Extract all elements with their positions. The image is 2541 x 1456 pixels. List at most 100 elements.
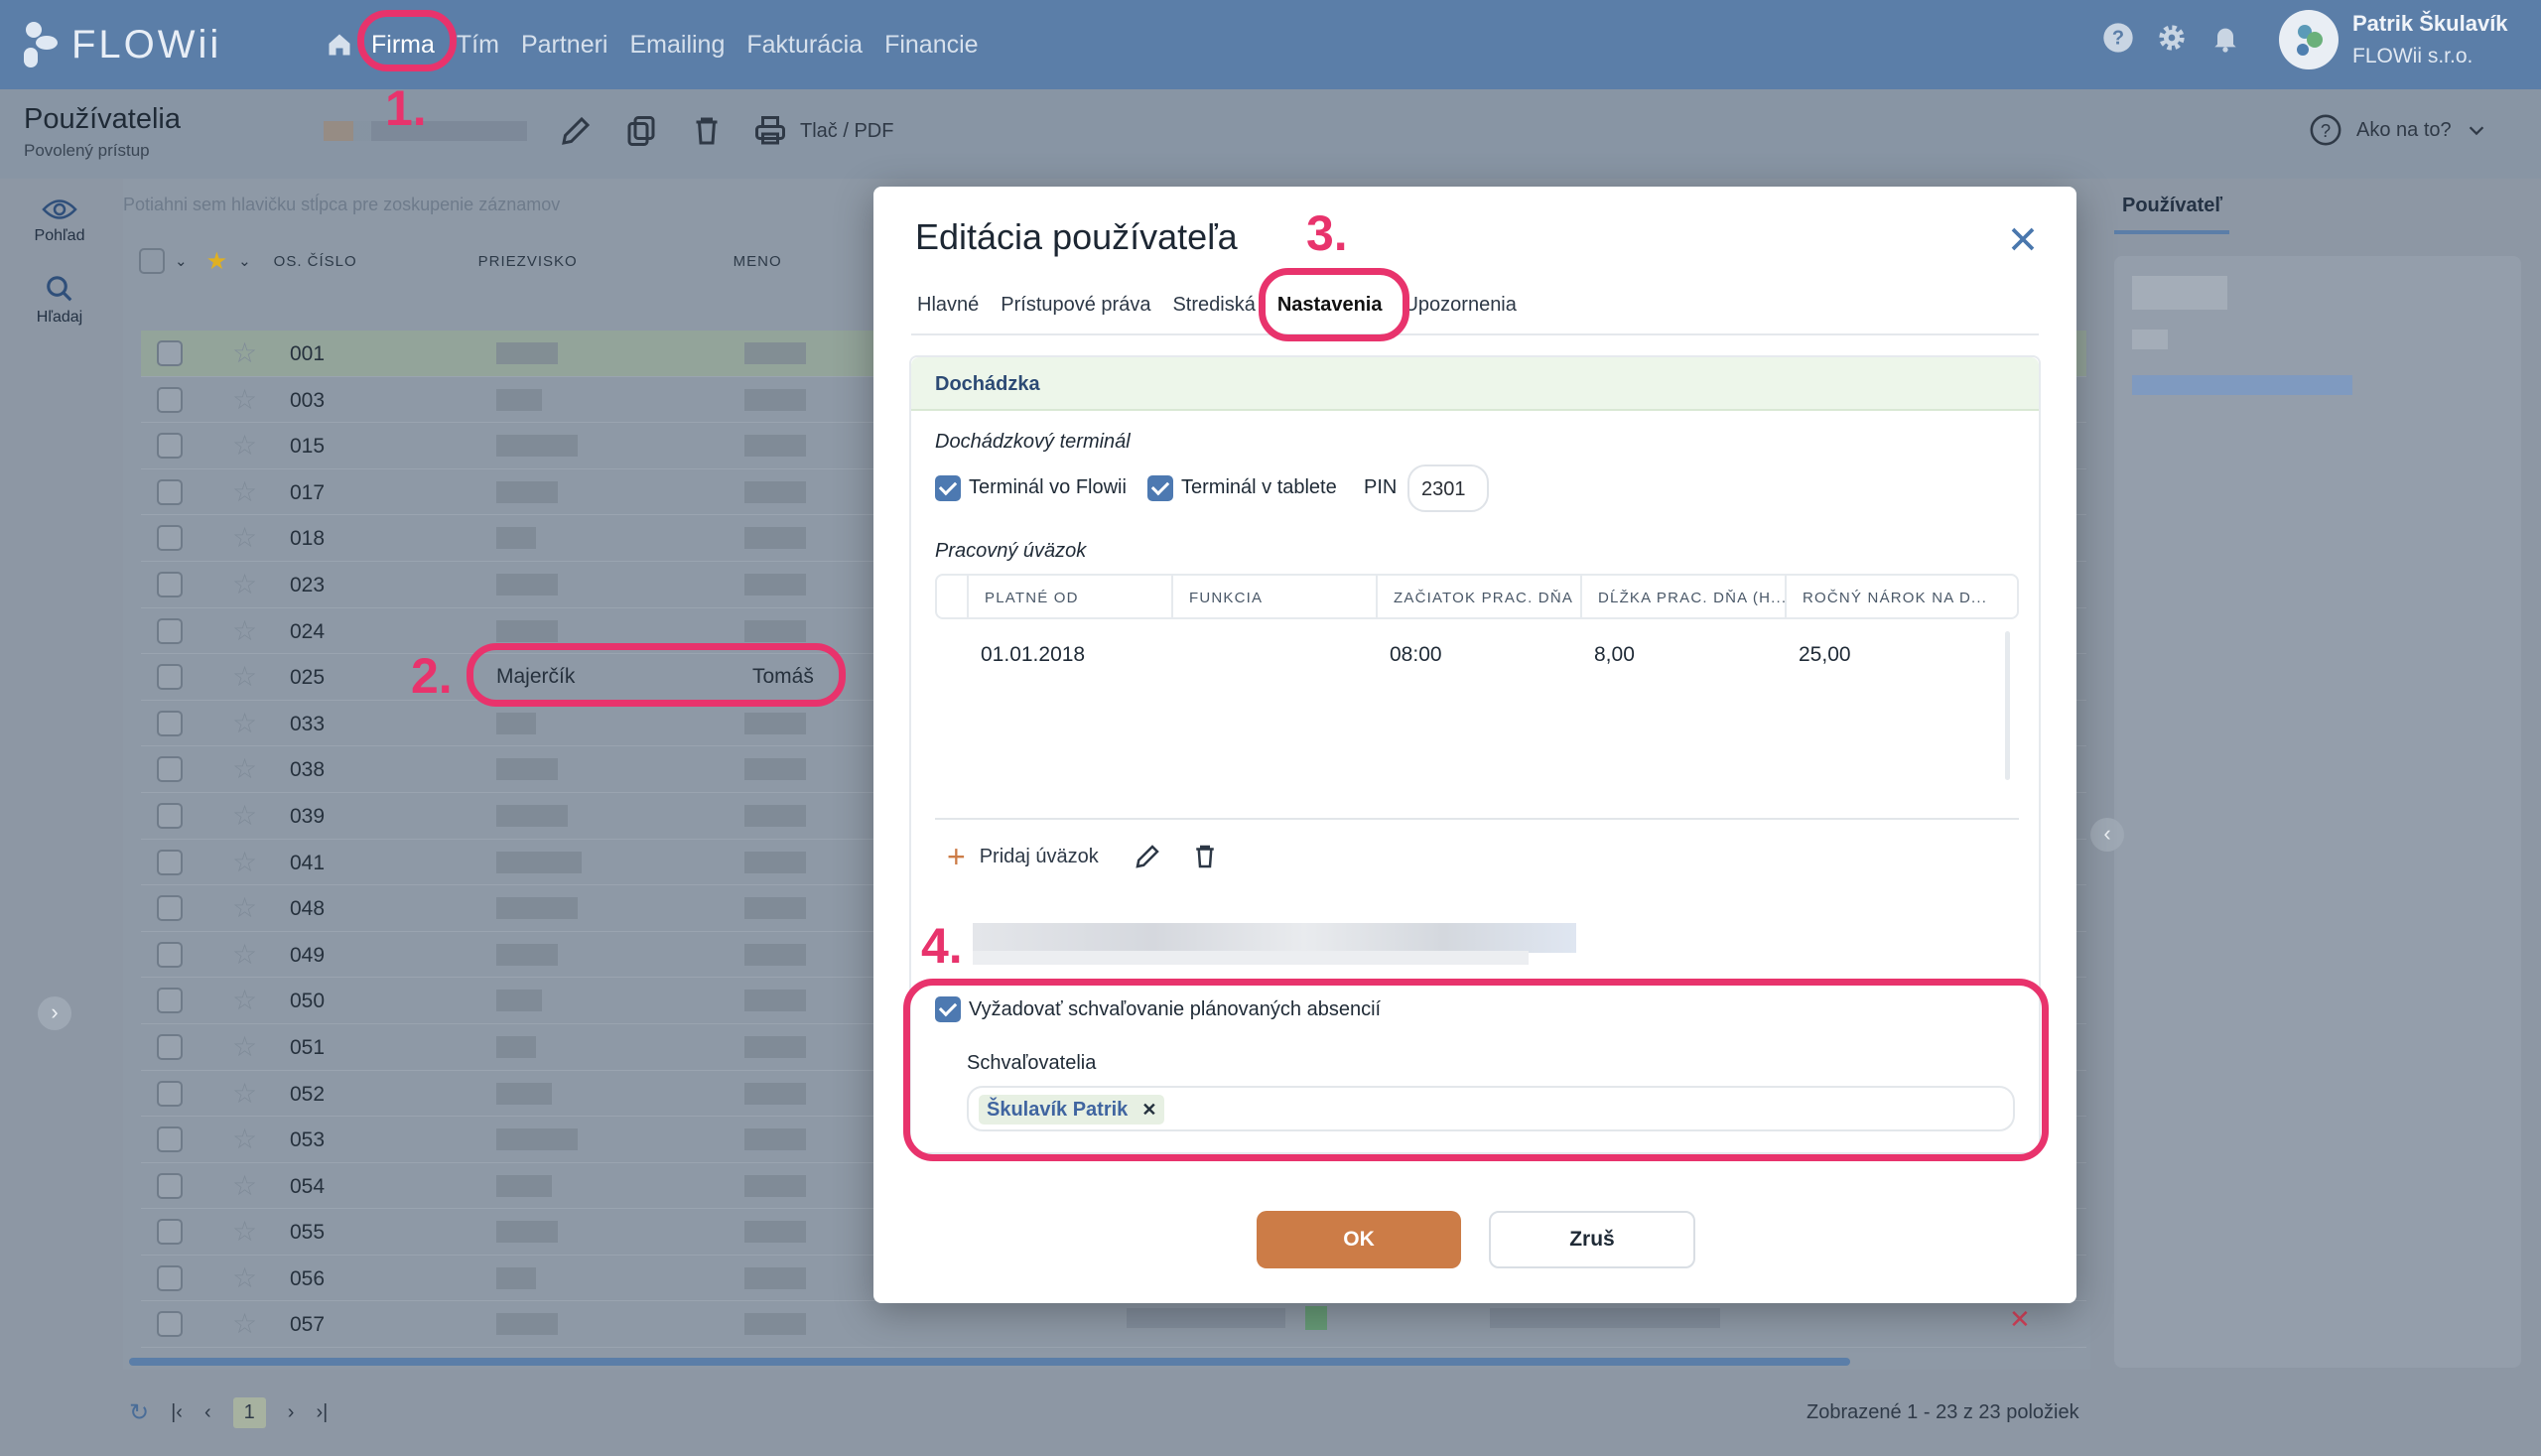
- chevron-down-icon[interactable]: ⌄: [238, 252, 252, 270]
- rail-view[interactable]: Pohľad: [0, 197, 119, 245]
- header-day-length[interactable]: DĹŽKA PRAC. DŇA (H...: [1580, 576, 1785, 617]
- row-checkbox[interactable]: [157, 664, 183, 691]
- row-checkbox[interactable]: [157, 571, 183, 597]
- row-checkbox[interactable]: [157, 1080, 183, 1107]
- star-icon[interactable]: ☆: [232, 1215, 257, 1248]
- star-icon[interactable]: ☆: [232, 660, 257, 693]
- nav-partneri[interactable]: Partneri: [521, 31, 608, 60]
- star-icon[interactable]: ☆: [232, 984, 257, 1016]
- nav-emailing[interactable]: Emailing: [629, 31, 725, 60]
- star-icon[interactable]: ☆: [232, 383, 257, 416]
- row-checkbox[interactable]: [157, 478, 183, 505]
- ok-button[interactable]: OK: [1257, 1211, 1461, 1268]
- nav-financie[interactable]: Financie: [884, 31, 979, 60]
- help-icon[interactable]: ?: [2102, 22, 2134, 54]
- star-icon[interactable]: ☆: [232, 752, 257, 785]
- header-surname[interactable]: PRIEZVISKO: [478, 253, 734, 270]
- terminal-flowii-checkbox[interactable]: [935, 475, 961, 501]
- home-icon[interactable]: [326, 31, 353, 59]
- header-name[interactable]: MENO: [734, 253, 782, 270]
- row-checkbox[interactable]: [157, 340, 183, 366]
- star-icon[interactable]: ☆: [232, 1123, 257, 1155]
- header-day-start[interactable]: ZAČIATOK PRAC. DŇA: [1376, 576, 1580, 617]
- star-icon[interactable]: ☆: [232, 475, 257, 508]
- current-page[interactable]: 1: [232, 1397, 266, 1428]
- header-function[interactable]: FUNKCIA: [1171, 576, 1376, 617]
- row-checkbox[interactable]: [157, 1033, 183, 1060]
- add-workload-button[interactable]: Pridaj úväzok: [980, 846, 1099, 868]
- row-checkbox[interactable]: [157, 710, 183, 736]
- chevron-down-icon[interactable]: ⌄: [175, 252, 189, 270]
- workload-scrollbar[interactable]: [2005, 631, 2010, 780]
- edit-icon[interactable]: [558, 113, 594, 149]
- horizontal-scrollbar[interactable]: [129, 1358, 1850, 1366]
- printer-icon[interactable]: [752, 113, 788, 149]
- header-annual-leave[interactable]: ROČNÝ NÁROK NA D...: [1785, 576, 2007, 617]
- refresh-icon[interactable]: ↻: [129, 1398, 149, 1427]
- star-icon[interactable]: ☆: [232, 707, 257, 739]
- terminal-tablet-checkbox[interactable]: [1147, 475, 1173, 501]
- star-icon[interactable]: ☆: [232, 1307, 257, 1340]
- tab-access-rights[interactable]: Prístupové práva: [1001, 294, 1150, 317]
- flowii-logo[interactable]: FLOWii: [22, 18, 221, 71]
- print-pdf-label[interactable]: Tlač / PDF: [800, 120, 893, 143]
- rail-search[interactable]: Hľadaj: [0, 274, 119, 327]
- row-checkbox[interactable]: [157, 1311, 183, 1338]
- table-row[interactable]: ☆ 057: [141, 1301, 2086, 1349]
- header-number[interactable]: OS. ČÍSLO: [274, 253, 478, 270]
- tab-user[interactable]: Používateľ: [2122, 195, 2222, 217]
- row-checkbox[interactable]: [157, 941, 183, 968]
- trash-icon[interactable]: [1190, 842, 1220, 871]
- row-checkbox[interactable]: [157, 617, 183, 644]
- user-menu[interactable]: Patrik Škulavík FLOWii s.r.o.: [2279, 10, 2508, 69]
- last-page-icon[interactable]: ›|: [316, 1401, 328, 1424]
- plus-icon[interactable]: +: [947, 841, 966, 872]
- row-checkbox[interactable]: [157, 1219, 183, 1246]
- star-icon[interactable]: ☆: [232, 891, 257, 924]
- copy-icon[interactable]: [623, 113, 659, 149]
- row-checkbox[interactable]: [157, 802, 183, 829]
- star-icon[interactable]: ☆: [232, 614, 257, 647]
- prev-page-icon[interactable]: ‹: [204, 1401, 211, 1424]
- row-checkbox[interactable]: [157, 525, 183, 552]
- star-icon[interactable]: ☆: [232, 568, 257, 600]
- cancel-button[interactable]: Zruš: [1489, 1211, 1695, 1268]
- row-checkbox[interactable]: [157, 1172, 183, 1199]
- star-icon[interactable]: ☆: [232, 336, 257, 369]
- star-icon[interactable]: ☆: [232, 938, 257, 971]
- tab-notifications[interactable]: Upozornenia: [1404, 294, 1516, 317]
- row-checkbox[interactable]: [157, 988, 183, 1014]
- row-checkbox[interactable]: [157, 756, 183, 783]
- row-checkbox[interactable]: [157, 1264, 183, 1291]
- next-page-icon[interactable]: ›: [288, 1401, 295, 1424]
- bell-icon[interactable]: [2209, 22, 2241, 54]
- close-icon[interactable]: [2008, 224, 2038, 254]
- star-icon[interactable]: ☆: [232, 1169, 257, 1202]
- star-icon[interactable]: ☆: [232, 1030, 257, 1063]
- header-valid-from[interactable]: PLATNÉ OD: [967, 576, 1171, 617]
- first-page-icon[interactable]: |‹: [171, 1401, 183, 1424]
- edit-icon[interactable]: [1133, 842, 1162, 871]
- gear-icon[interactable]: [2156, 22, 2188, 54]
- tab-main[interactable]: Hlavné: [917, 294, 979, 317]
- delete-row-icon[interactable]: ✕: [2009, 1304, 2031, 1335]
- star-icon[interactable]: ★: [206, 247, 229, 276]
- star-icon[interactable]: ☆: [232, 521, 257, 554]
- star-icon[interactable]: ☆: [232, 1077, 257, 1110]
- star-icon[interactable]: ☆: [232, 799, 257, 832]
- star-icon[interactable]: ☆: [232, 429, 257, 462]
- trash-icon[interactable]: [689, 113, 725, 149]
- expand-left-arrow-icon[interactable]: ›: [38, 996, 71, 1030]
- nav-tim[interactable]: Tím: [457, 31, 499, 60]
- nav-fakturacia[interactable]: Fakturácia: [746, 31, 863, 60]
- row-checkbox[interactable]: [157, 1126, 183, 1153]
- row-checkbox[interactable]: [157, 849, 183, 875]
- star-icon[interactable]: ☆: [232, 1261, 257, 1294]
- help-link[interactable]: ? Ako na to?: [2309, 113, 2487, 147]
- pin-input[interactable]: 2301: [1407, 464, 1489, 512]
- star-icon[interactable]: ☆: [232, 846, 257, 878]
- row-checkbox[interactable]: [157, 386, 183, 413]
- collapse-right-arrow-icon[interactable]: ‹: [2090, 818, 2124, 852]
- tab-centers[interactable]: Strediská: [1172, 294, 1255, 317]
- row-checkbox[interactable]: [157, 895, 183, 922]
